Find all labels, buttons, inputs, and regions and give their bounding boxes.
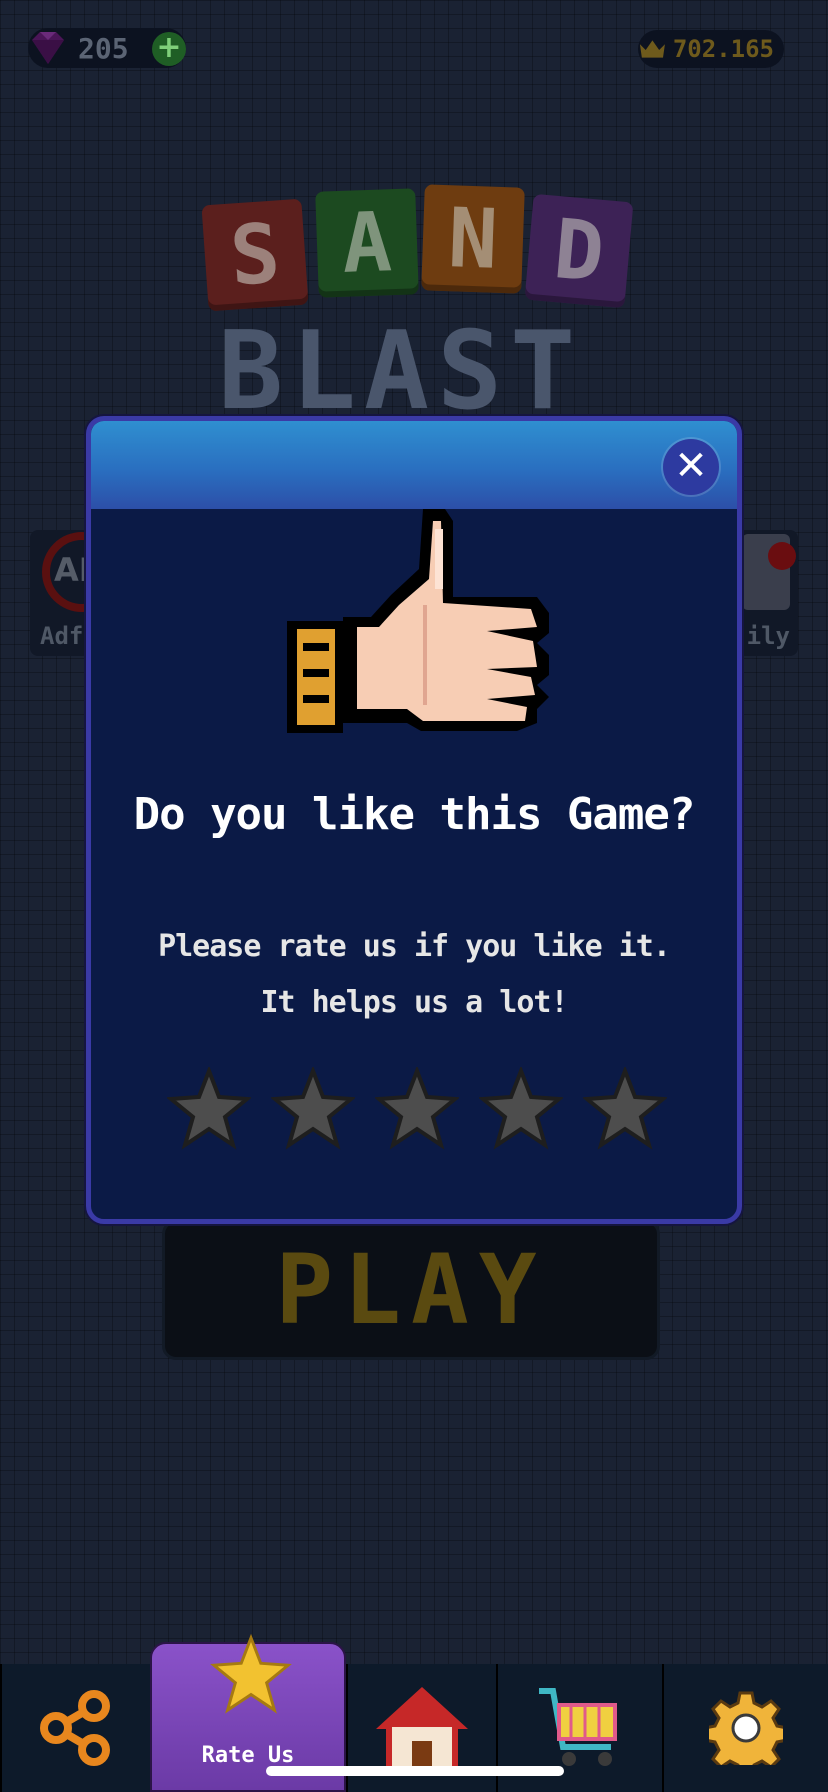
star-icon[interactable] [479,1067,563,1151]
share-button[interactable] [0,1664,150,1792]
star-icon[interactable] [167,1067,251,1151]
logo-tile: A [315,188,419,298]
thumbs-up-icon [287,509,549,733]
dialog-title: Do you like this Game? [133,789,696,840]
star-icon[interactable] [375,1067,459,1151]
crown-counter: 702.165 [638,30,784,68]
logo-tile: N [421,184,525,294]
close-button[interactable]: ✕ [663,439,719,495]
rate-us-label: Rate Us [201,1743,295,1768]
crown-icon [639,40,665,58]
ad-free-label: Adf [40,622,84,650]
logo-word: BLAST [218,322,584,422]
daily-label: ily [746,622,790,650]
logo-tile: S [201,198,309,312]
star-icon[interactable] [583,1067,667,1151]
gem-icon [32,32,64,64]
crown-count: 702.165 [672,35,774,63]
dialog-header [91,421,737,509]
play-button[interactable]: PLAY [162,1220,660,1360]
dialog-message-line: It helps us a lot! [260,985,568,1020]
logo-tile: D [524,193,634,309]
play-label: PLAY [275,1234,547,1346]
ad-badge: AD [42,532,90,612]
star-icon [210,1634,292,1714]
notification-dot [768,542,796,570]
rate-dialog: ✕ Do you like this Game? Please rate us … [86,416,742,1224]
home-indicator[interactable] [266,1766,564,1776]
settings-button[interactable] [662,1664,828,1792]
ad-free-button[interactable]: AD Adf [30,530,90,656]
dialog-message: Please rate us if you like it. It helps … [91,919,737,1031]
game-scene: 205 + 702.165 S A N D BLAST AD Adf ily P… [0,0,828,1792]
add-gems-button[interactable]: + [152,32,186,66]
gem-count: 205 [78,31,129,65]
game-logo: S A N D [201,184,645,312]
daily-button[interactable]: ily [738,530,798,656]
star-rating [167,1067,667,1157]
share-icon [40,1690,110,1766]
home-icon [376,1687,468,1771]
cart-icon [539,1688,617,1766]
gear-icon [709,1691,783,1765]
star-icon[interactable] [271,1067,355,1151]
gem-counter[interactable]: 205 + [28,28,186,68]
dialog-message-line: Please rate us if you like it. [158,929,671,964]
